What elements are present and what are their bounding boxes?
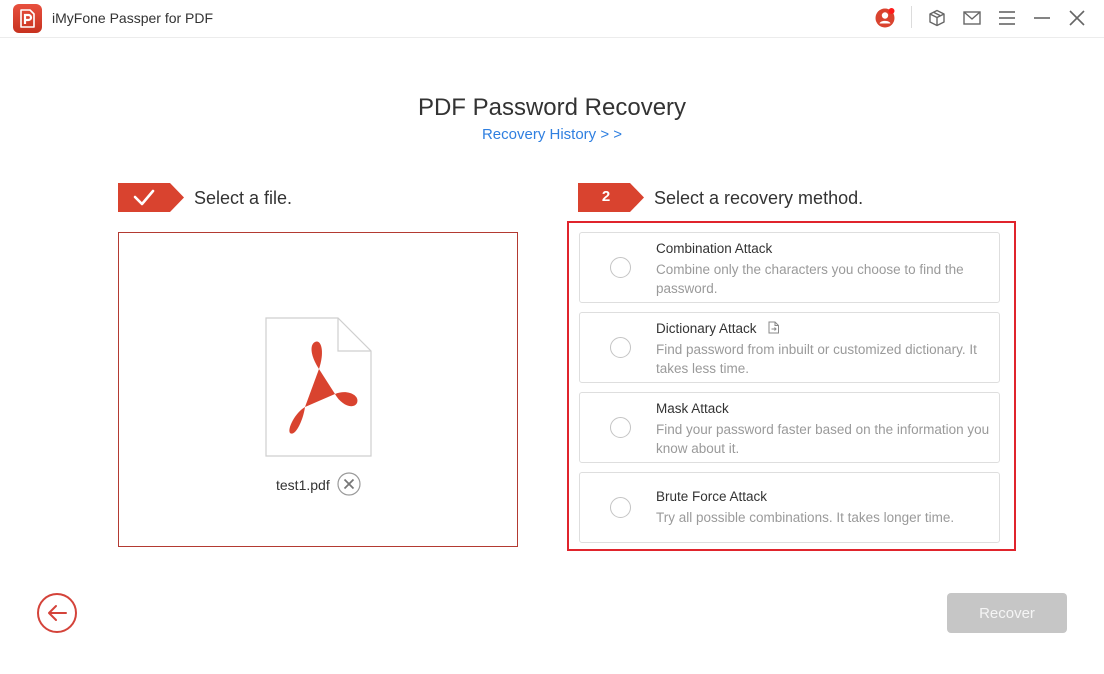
account-icon[interactable] — [873, 6, 897, 30]
method-title: Combination Attack — [656, 241, 773, 256]
dictionary-import-icon[interactable] — [768, 321, 780, 334]
step-2-number: 2 — [601, 188, 611, 205]
titlebar-divider — [911, 6, 912, 28]
method-dictionary-attack[interactable]: Dictionary Attack Find password from inb… — [579, 312, 1000, 383]
remove-file-icon[interactable] — [337, 472, 361, 496]
package-icon[interactable] — [925, 6, 949, 30]
file-name: test1.pdf — [276, 477, 330, 493]
method-combination-attack[interactable]: Combination Attack Combine only the char… — [579, 232, 1000, 303]
back-button[interactable] — [37, 593, 77, 633]
method-description: Find password from inbuilt or customized… — [656, 342, 977, 376]
method-mask-attack[interactable]: Mask Attack Find your password faster ba… — [579, 392, 1000, 463]
method-description: Find your password faster based on the i… — [656, 422, 990, 456]
minimize-icon[interactable] — [1030, 6, 1054, 30]
step-2-label: Select a recovery method. — [654, 188, 864, 208]
page-title: PDF Password Recovery — [417, 94, 687, 121]
method-description: Combine only the characters you choose t… — [656, 262, 964, 296]
mail-icon[interactable] — [960, 6, 984, 30]
method-title: Brute Force Attack — [656, 489, 768, 504]
checkmark-icon — [133, 189, 155, 206]
step-1-label: Select a file. — [194, 188, 293, 208]
recovery-history-link[interactable]: Recovery History > > — [0, 126, 1104, 143]
close-icon[interactable] — [1065, 6, 1089, 30]
step-1-badge — [118, 183, 184, 212]
method-radio[interactable] — [610, 417, 631, 438]
method-description: Try all possible combinations. It takes … — [656, 510, 955, 525]
method-radio[interactable] — [610, 497, 631, 518]
pdf-file-icon — [265, 317, 372, 457]
title-bar: iMyFone Passper for PDF — [0, 0, 1104, 38]
recover-button[interactable]: Recover — [947, 593, 1067, 633]
method-brute-force-attack[interactable]: Brute Force Attack Try all possible comb… — [579, 472, 1000, 543]
recovery-method-panel: Combination Attack Combine only the char… — [567, 221, 1016, 551]
method-title-wrap: Dictionary Attack — [656, 321, 780, 336]
back-arrow-icon — [48, 605, 67, 621]
step-2-badge: 2 — [578, 183, 644, 212]
app-title: iMyFone Passper for PDF — [52, 10, 214, 26]
method-radio[interactable] — [610, 257, 631, 278]
app-logo-icon — [13, 4, 42, 33]
method-title: Dictionary Attack — [656, 321, 757, 336]
method-radio[interactable] — [610, 337, 631, 358]
menu-icon[interactable] — [995, 6, 1019, 30]
method-title: Mask Attack — [656, 401, 729, 416]
selected-file-area[interactable]: test1.pdf — [118, 232, 518, 547]
